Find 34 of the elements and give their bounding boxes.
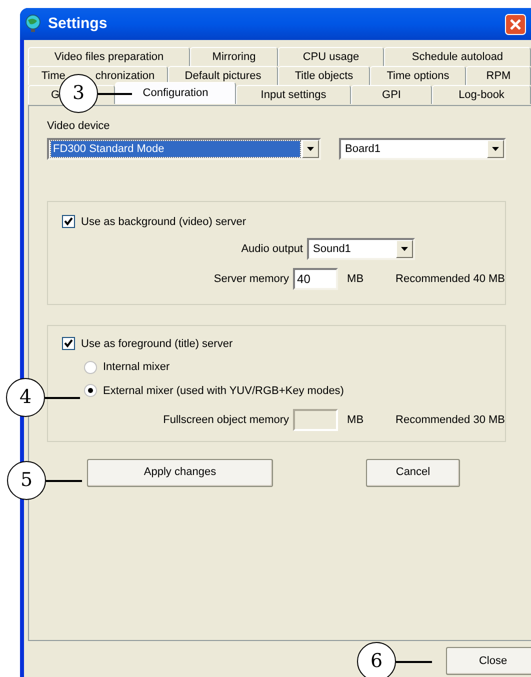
cancel-button[interactable]: Cancel (366, 458, 460, 486)
close-button[interactable]: Close (446, 647, 531, 675)
tab[interactable]: Log-book (432, 85, 531, 104)
tab[interactable]: Configuration (115, 82, 236, 104)
recommended-text: Recommended 40 MB (396, 272, 505, 287)
callout-number: 5 (7, 461, 46, 500)
tab[interactable]: Schedule autoload (384, 47, 531, 66)
tab[interactable]: Title objects (278, 66, 370, 85)
unit-label: MB (347, 412, 364, 428)
tab[interactable]: Mirroring (190, 47, 278, 66)
checkbox-label: Use as background (video) server (81, 214, 246, 230)
tab[interactable]: GPI (351, 85, 432, 104)
field-label: Fullscreen object memory (162, 412, 290, 428)
apply-changes-button[interactable]: Apply changes (87, 458, 273, 486)
field-label: Server memory (212, 272, 290, 287)
callout-number: 4 (6, 378, 45, 417)
board-dropdown[interactable]: Board1 (339, 138, 506, 160)
window-title: Settings (48, 14, 108, 34)
tab[interactable]: CPU usage (278, 47, 384, 66)
tab[interactable]: RPM (466, 66, 531, 85)
tab[interactable]: Video files preparation (28, 47, 190, 66)
radio-label: Internal mixer (103, 360, 170, 375)
video-device-dropdown[interactable]: FD300 Standard Mode (47, 138, 321, 160)
field-label: Video device (47, 119, 111, 134)
recommended-text: Recommended 30 MB (396, 412, 505, 428)
audio-output-dropdown[interactable]: Sound1 (307, 238, 415, 260)
tab[interactable]: Time options (370, 66, 466, 85)
server-memory-field[interactable]: 40 (293, 268, 338, 290)
checkbox-label: Use as foreground (title) server (81, 336, 233, 352)
radio-label: External mixer (used with YUV/RGB+Key modes) (103, 384, 344, 398)
field-label: Audio output (240, 242, 303, 257)
unit-label: MB (347, 272, 364, 287)
tab[interactable]: Input settings (236, 85, 351, 104)
tab[interactable]: Default pictures (168, 66, 278, 85)
